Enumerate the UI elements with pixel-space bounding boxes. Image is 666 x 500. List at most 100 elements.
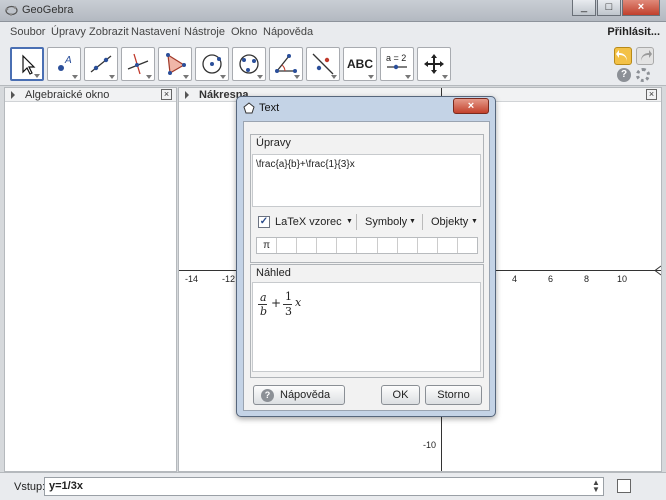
slider-icon <box>387 64 407 70</box>
algebra-panel-title: Algebraické okno <box>25 89 110 101</box>
symbol-cell[interactable] <box>458 238 477 253</box>
input-label: Vstup: <box>14 481 46 493</box>
input-field[interactable]: y=1/3x <box>44 477 604 496</box>
axis-arrow-icon <box>654 265 661 276</box>
close-window-button[interactable]: × <box>622 0 660 16</box>
symbol-cell[interactable] <box>398 238 418 253</box>
collapse-arrow-icon[interactable] <box>11 91 15 99</box>
menu-okno[interactable]: Okno <box>231 26 257 38</box>
menu-upravy[interactable]: Úpravy <box>51 26 86 38</box>
close-panel-icon[interactable]: × <box>161 89 172 100</box>
tool-move[interactable] <box>10 47 44 81</box>
dialog-close-button[interactable]: × <box>453 98 489 114</box>
latex-checkbox[interactable]: ✓ <box>258 216 270 228</box>
move-view-icon <box>424 54 444 74</box>
formula-preview: a b + 1 3 x <box>252 282 481 372</box>
preview-variable: x <box>295 296 302 309</box>
latex-editor[interactable]: \frac{a}{b}+\frac{1}{3}x <box>252 154 481 207</box>
maximize-button[interactable]: □ <box>597 0 621 16</box>
preview-denominator: 3 <box>285 305 292 318</box>
tool-conic[interactable] <box>232 47 266 81</box>
latex-dropdown-icon[interactable]: ▼ <box>346 218 353 225</box>
gear-icon[interactable] <box>636 68 650 82</box>
history-spinner-icon[interactable]: ▲ ▼ <box>592 479 600 494</box>
objects-menu[interactable]: Objekty <box>431 216 468 228</box>
symbol-cell[interactable] <box>418 238 438 253</box>
window-title: GeoGebra <box>22 4 74 16</box>
geogebra-logo-icon <box>5 5 18 16</box>
perpendicular-line-icon <box>127 53 149 75</box>
text-tool-label: ABC <box>347 57 373 71</box>
preview-denominator: b <box>260 305 268 318</box>
point-icon: A <box>58 55 72 71</box>
text-dialog: Text × Úpravy \frac{a}{b}+\frac{1}{3}x ✓… <box>236 96 496 417</box>
algebra-panel-header: Algebraické okno × <box>5 88 176 102</box>
symbols-menu[interactable]: Symboly <box>365 216 407 228</box>
symbols-dropdown-icon[interactable]: ▼ <box>409 218 416 225</box>
symbol-cell[interactable]: π <box>257 238 278 253</box>
circle-icon <box>202 54 222 74</box>
preview-numerator: 1 <box>285 290 292 303</box>
tool-polygon[interactable] <box>158 47 192 81</box>
tool-point[interactable]: A <box>47 47 81 81</box>
cancel-button[interactable]: Storno <box>425 385 482 405</box>
tool-perpendicular[interactable] <box>121 47 155 81</box>
algebra-panel: Algebraické okno × <box>4 87 177 472</box>
symbol-cell[interactable] <box>438 238 458 253</box>
latex-checkbox-label[interactable]: LaTeX vzorec <box>275 216 342 228</box>
keyboard-toggle-icon[interactable] <box>617 479 631 493</box>
minimize-button[interactable]: _ <box>572 0 596 16</box>
x-tick: 8 <box>584 274 590 284</box>
symbol-cell[interactable] <box>378 238 398 253</box>
conic-icon <box>239 54 259 74</box>
preview-section-title: Náhled <box>256 267 291 279</box>
reflect-icon <box>312 53 334 75</box>
tool-reflect[interactable] <box>306 47 340 81</box>
line-icon <box>90 55 112 73</box>
menu-napoveda[interactable]: Nápověda <box>263 26 313 38</box>
close-panel-icon[interactable]: × <box>646 89 657 100</box>
menu-nastroje[interactable]: Nástroje <box>184 26 225 38</box>
divider <box>356 214 357 230</box>
x-tick: 4 <box>512 274 518 284</box>
symbol-cell[interactable] <box>317 238 338 253</box>
tool-line[interactable] <box>84 47 118 81</box>
tool-angle[interactable] <box>269 47 303 81</box>
angle-icon <box>275 54 297 73</box>
x-tick: 6 <box>548 274 554 284</box>
symbol-cell[interactable] <box>337 238 358 253</box>
help-icon[interactable]: ? <box>617 68 631 82</box>
help-button[interactable]: ? Nápověda <box>253 385 345 405</box>
latex-options-row: ✓ LaTeX vzorec ▼ Symboly ▼ Objekty ▼ <box>252 214 481 232</box>
ok-button[interactable]: OK <box>381 385 420 405</box>
login-link[interactable]: Přihlásit... <box>607 26 660 38</box>
preview-numerator: a <box>260 291 267 304</box>
redo-icon <box>641 50 652 61</box>
collapse-arrow-icon[interactable] <box>185 91 189 99</box>
x-tick: 10 <box>617 274 628 284</box>
symbol-cell[interactable] <box>357 238 378 253</box>
undo-button[interactable] <box>614 47 632 65</box>
help-button-label: Nápověda <box>280 389 331 401</box>
dialog-body: Úpravy \frac{a}{b}+\frac{1}{3}x ✓ LaTeX … <box>243 121 490 411</box>
symbol-palette: π <box>256 237 478 254</box>
undo-icon <box>616 50 627 61</box>
text-dialog-icon <box>243 102 255 114</box>
menu-zobrazit[interactable]: Zobrazit <box>89 26 129 38</box>
menu-soubor[interactable]: Soubor <box>10 26 45 38</box>
menu-nastaveni[interactable]: Nastavení <box>131 26 181 38</box>
tool-text[interactable]: ABC <box>343 47 377 81</box>
tool-slider[interactable]: a = 2 <box>380 47 414 81</box>
svg-text:A: A <box>64 55 72 66</box>
x-tick: -12 <box>222 274 236 284</box>
symbol-cell[interactable] <box>297 238 318 253</box>
y-tick: -10 <box>423 440 437 450</box>
redo-button[interactable] <box>636 47 654 65</box>
objects-dropdown-icon[interactable]: ▼ <box>471 218 478 225</box>
toolbar: A ABC a = 2 <box>0 42 666 86</box>
divider <box>422 214 423 230</box>
tool-circle[interactable] <box>195 47 229 81</box>
tool-move-view[interactable] <box>417 47 451 81</box>
preview-plus: + <box>271 296 282 310</box>
symbol-cell[interactable] <box>277 238 298 253</box>
